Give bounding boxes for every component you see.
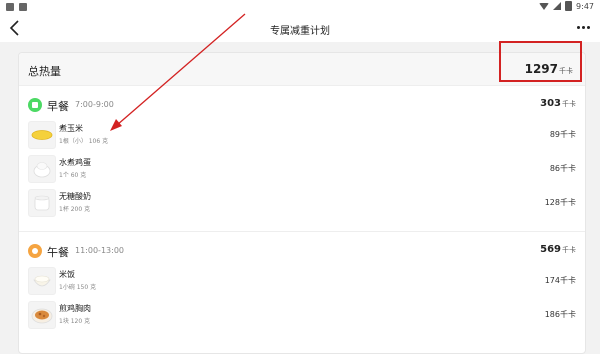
meal-name: 早餐 bbox=[47, 100, 69, 113]
rice-thumbnail bbox=[28, 267, 56, 295]
wifi-icon bbox=[539, 2, 550, 10]
yogurt-thumbnail bbox=[28, 189, 56, 217]
status-time: 9:47 bbox=[576, 1, 594, 11]
food-item[interactable]: 水煮鸡蛋 1个 60 克 86千卡 bbox=[28, 155, 576, 183]
food-name: 水煮鸡蛋 bbox=[59, 158, 91, 167]
meal-total-unit: 千卡 bbox=[562, 246, 576, 254]
food-calories: 86千卡 bbox=[549, 164, 576, 173]
status-left-icons bbox=[6, 3, 27, 11]
food-calories: 89千卡 bbox=[549, 130, 576, 139]
more-horizontal-icon[interactable] bbox=[577, 26, 590, 29]
food-amount: 1个 60 克 bbox=[59, 172, 87, 179]
total-label: 总热量 bbox=[28, 65, 61, 78]
notification-icon bbox=[6, 3, 14, 11]
meal-time: 11:00-13:00 bbox=[75, 246, 124, 255]
food-item[interactable]: 煮玉米 1根（小） 106 克 89千卡 bbox=[28, 121, 576, 149]
page-title: 专属减重计划 bbox=[270, 26, 330, 37]
food-item[interactable]: 煎鸡胸肉 1块 120 克 186千卡 bbox=[28, 301, 576, 329]
meal-header-breakfast[interactable]: 早餐 7:00-9:00 303千卡 bbox=[28, 97, 576, 113]
status-right: 9:47 bbox=[539, 1, 594, 11]
signal-icon bbox=[553, 2, 562, 10]
meal-total-number: 569 bbox=[540, 244, 561, 255]
meal-total: 303千卡 bbox=[540, 98, 576, 109]
chicken-thumbnail bbox=[28, 301, 56, 329]
plan-card: 总热量 1297千卡 早餐 7:00-9:00 303千卡 煮玉米 1根（小） … bbox=[18, 52, 586, 354]
food-calories: 128千卡 bbox=[544, 198, 576, 207]
meal-total-unit: 千卡 bbox=[562, 100, 576, 108]
food-amount: 1小碗 150 克 bbox=[59, 284, 97, 291]
food-name: 煮玉米 bbox=[59, 124, 83, 133]
food-name: 无糖酸奶 bbox=[59, 192, 91, 201]
battery-icon bbox=[565, 1, 573, 11]
food-calories: 174千卡 bbox=[544, 276, 576, 285]
food-item[interactable]: 无糖酸奶 1杯 200 克 128千卡 bbox=[28, 189, 576, 217]
food-calories: 186千卡 bbox=[544, 310, 576, 319]
food-item[interactable]: 米饭 1小碗 150 克 174千卡 bbox=[28, 267, 576, 295]
food-amount: 1块 120 克 bbox=[59, 318, 91, 325]
meal-name: 午餐 bbox=[47, 246, 69, 259]
meal-header-lunch[interactable]: 午餐 11:00-13:00 569千卡 bbox=[28, 243, 576, 259]
breakfast-icon bbox=[28, 98, 42, 112]
annotation-highlight-box bbox=[499, 41, 582, 82]
divider bbox=[19, 231, 585, 232]
status-bar: 9:47 bbox=[0, 0, 600, 14]
meal-time: 7:00-9:00 bbox=[75, 100, 114, 109]
food-name: 煎鸡胸肉 bbox=[59, 304, 91, 313]
egg-thumbnail bbox=[28, 155, 56, 183]
meal-total: 569千卡 bbox=[540, 244, 576, 255]
image-icon bbox=[19, 3, 27, 11]
meal-total-number: 303 bbox=[540, 98, 561, 109]
lunch-icon bbox=[28, 244, 42, 258]
food-amount: 1杯 200 克 bbox=[59, 206, 91, 213]
nav-bar: 专属减重计划 bbox=[0, 14, 600, 42]
food-amount: 1根（小） 106 克 bbox=[59, 138, 109, 145]
food-name: 米饭 bbox=[59, 270, 75, 279]
corn-thumbnail bbox=[28, 121, 56, 149]
